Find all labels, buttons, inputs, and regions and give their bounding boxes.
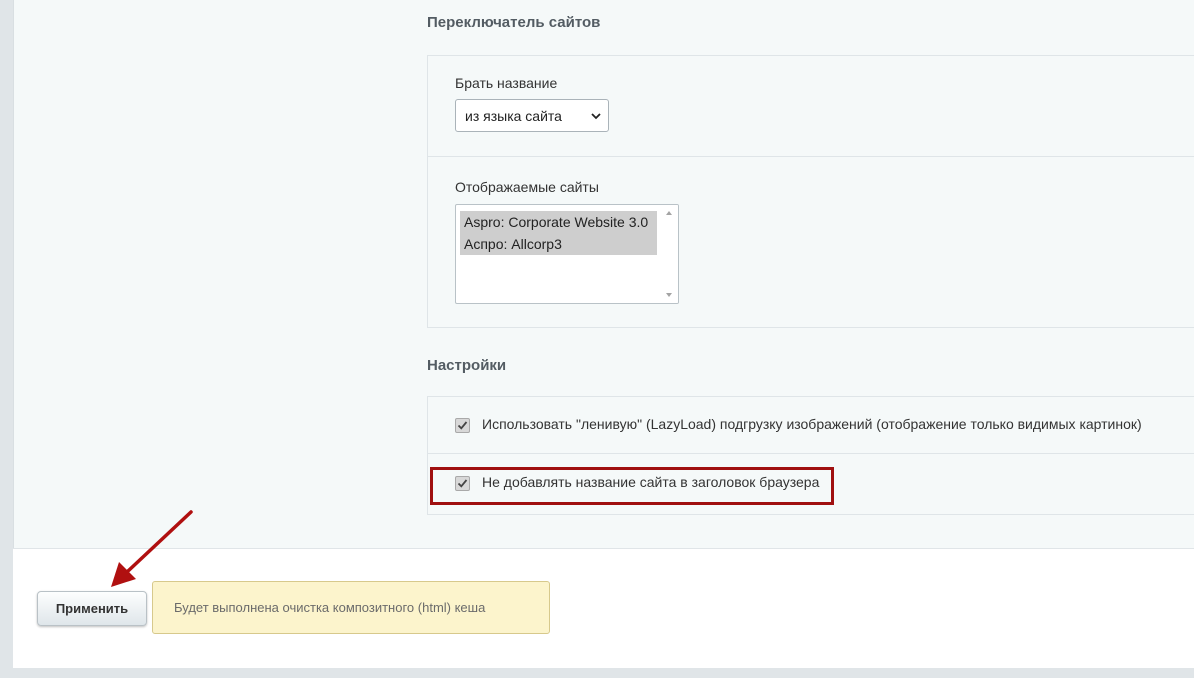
name-source-value: из языка сайта [465, 108, 562, 124]
apply-button[interactable]: Применить [37, 591, 147, 626]
scroll-up-icon[interactable] [666, 211, 672, 215]
lazyload-label: Использовать "ленивую" (LazyLoad) подгру… [482, 416, 1142, 432]
check-icon [457, 421, 468, 430]
name-source-select[interactable]: из языка сайта [455, 99, 609, 132]
displayed-sites-group: Отображаемые сайты Aspro: Corporate Webs… [427, 156, 1194, 328]
displayed-sites-multiselect[interactable]: Aspro: Corporate Website 3.0 Аспро: Allc… [455, 204, 679, 304]
site-option[interactable]: Aspro: Corporate Website 3.0 [460, 211, 657, 233]
scroll-down-icon[interactable] [666, 293, 672, 297]
name-source-group: Брать название из языка сайта [427, 55, 1194, 159]
displayed-sites-label: Отображаемые сайты [455, 179, 599, 195]
multiselect-scrollbar[interactable] [661, 205, 678, 303]
chevron-down-icon [591, 113, 601, 120]
site-option[interactable]: Аспро: Allcorp3 [460, 233, 657, 255]
settings-title: Настройки [427, 357, 507, 374]
lazyload-checkbox[interactable] [455, 418, 470, 433]
red-arrow-icon [111, 510, 193, 587]
lazyload-row: Использовать "ленивую" (LazyLoad) подгру… [428, 397, 1194, 454]
name-source-label: Брать название [455, 75, 558, 91]
highlight-frame [430, 467, 834, 505]
site-switcher-title: Переключатель сайтов [427, 14, 601, 31]
cache-notice: Будет выполнена очистка композитного (ht… [152, 581, 550, 634]
